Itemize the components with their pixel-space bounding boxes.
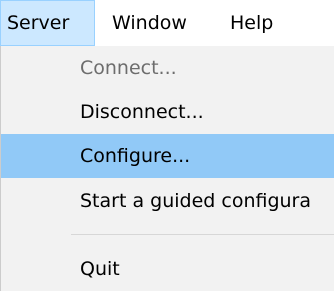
menu-window[interactable]: Window: [112, 0, 187, 46]
menu-item-configure[interactable]: Configure...: [1, 134, 334, 178]
menu-help[interactable]: Help: [230, 0, 273, 46]
menu-item-disconnect[interactable]: Disconnect...: [1, 90, 334, 134]
menu-bar: Server Window Help: [0, 0, 334, 46]
menu-item-start-guided-configuration[interactable]: Start a guided configura: [1, 179, 334, 223]
server-menu-dropdown: Connect... Disconnect... Configure... St…: [0, 46, 334, 291]
menu-item-connect[interactable]: Connect...: [1, 46, 334, 90]
menu-server[interactable]: Server: [0, 0, 95, 46]
menu-separator: [71, 234, 334, 235]
app-window: Server Window Help Connect... Disconnect…: [0, 0, 334, 291]
menu-item-quit[interactable]: Quit: [1, 247, 334, 291]
